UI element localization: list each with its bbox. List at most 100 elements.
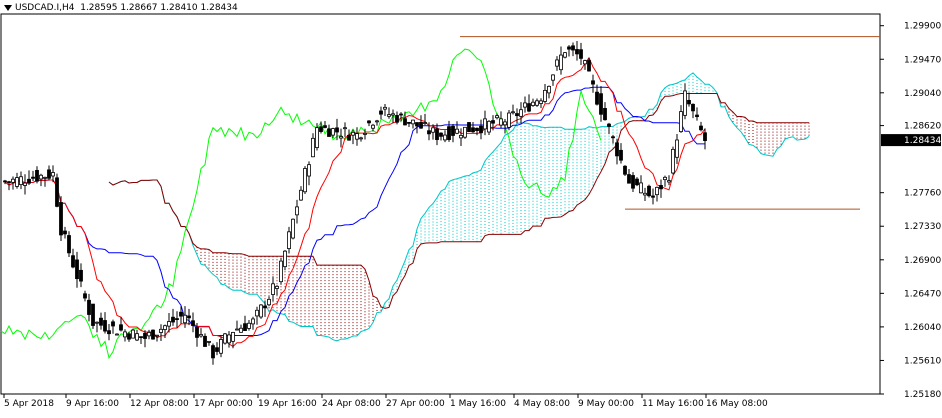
candle-body (627, 174, 631, 184)
y-tick-label: 1.26470 (904, 289, 941, 299)
candle-body (243, 323, 247, 331)
candle-body (187, 315, 191, 319)
candle-body (123, 331, 127, 338)
candle-body (419, 121, 423, 129)
y-tick-label: 1.25180 (904, 390, 941, 400)
candle-body (463, 126, 467, 138)
candle-body (639, 182, 643, 194)
candle-body (427, 130, 431, 135)
current-price-label: 1.28434 (904, 136, 941, 146)
candle-body (251, 318, 255, 325)
chikou-span (0, 48, 602, 360)
dropdown-triangle-icon[interactable] (4, 4, 12, 11)
y-tick-label: 1.29900 (904, 22, 941, 32)
candle-body (491, 120, 495, 124)
candle-body (415, 122, 419, 127)
candle-body (431, 127, 435, 133)
candle-body (679, 111, 683, 133)
y-tick-label: 1.27760 (904, 189, 941, 199)
chart-header: USDCAD.I,H4 1.28595 1.28667 1.28410 1.28… (4, 3, 238, 13)
ohlc-high: 1.28667 (120, 3, 158, 13)
candle-body (383, 106, 387, 110)
candle-body (127, 333, 131, 340)
chart-area[interactable]: 1.29900 1.29470 1.29040 1.28620 1.28434 1.277… (0, 0, 942, 414)
candle-body (275, 285, 279, 289)
candle-body (347, 134, 351, 141)
candle-body (387, 114, 391, 117)
candle-body (619, 149, 623, 161)
candle-body (207, 340, 211, 343)
candle-body (695, 114, 699, 118)
candle-body (171, 316, 175, 323)
candle-body (403, 118, 407, 126)
candle-body (211, 345, 215, 359)
candle-body (163, 325, 167, 330)
candle-body (183, 314, 187, 324)
candle-body (55, 177, 59, 207)
ohlc-low: 1.28410 (160, 3, 198, 13)
candle-body (551, 74, 555, 81)
candle-body (135, 333, 139, 341)
candle-body (531, 101, 535, 106)
candle-body (379, 110, 383, 115)
x-tick-label: 1 May 16:00 (450, 399, 506, 409)
candle-body (87, 299, 91, 315)
candle-body (515, 113, 519, 117)
candle-body (195, 326, 199, 338)
price-chart[interactable]: 1.29900 1.29470 1.29040 1.28620 1.28434 1.277… (0, 0, 942, 414)
candle-body (323, 125, 327, 128)
candle-body (407, 121, 411, 124)
candle-body (683, 90, 687, 116)
candle-body (131, 329, 135, 339)
candle-body (671, 148, 675, 174)
candle-body (231, 331, 235, 342)
candle-body (19, 176, 23, 186)
y-tick-label: 1.28620 (904, 122, 941, 132)
candle-body (191, 320, 195, 326)
candle-body (571, 45, 575, 51)
candle-body (643, 192, 647, 196)
candle-body (3, 180, 7, 183)
x-tick-label: 16 May 08:00 (706, 399, 768, 409)
candle-body (495, 115, 499, 119)
candle-body (107, 330, 111, 335)
candle-body (467, 122, 471, 132)
candle-body (143, 332, 147, 339)
candle-body (623, 165, 627, 175)
candle-body (399, 113, 403, 116)
candle-body (455, 128, 459, 134)
candle-body (599, 93, 603, 115)
candle-body (367, 120, 371, 124)
candle-body (631, 175, 635, 189)
y-tick-label: 1.29470 (904, 55, 941, 65)
candle-body (539, 100, 543, 104)
x-tick-label: 12 Apr 08:00 (130, 399, 189, 409)
candle-body (487, 120, 491, 133)
candle-body (215, 347, 219, 352)
y-tick-label: 1.26900 (904, 256, 941, 266)
candle-body (51, 172, 55, 177)
candle-body (587, 60, 591, 72)
y-tick-label: 1.29040 (904, 89, 941, 99)
candle-body (635, 178, 639, 186)
candle-body (155, 334, 159, 337)
candle-body (443, 134, 447, 141)
candle-body (255, 309, 259, 317)
candle-body (507, 112, 511, 128)
candle-body (283, 250, 287, 268)
candle-body (699, 125, 703, 131)
candle-body (203, 335, 207, 347)
candle-body (179, 311, 183, 317)
candle-body (267, 298, 271, 306)
candle-body (175, 318, 179, 320)
candle-body (503, 121, 507, 126)
candle-body (7, 181, 11, 184)
candle-body (31, 176, 35, 179)
candle-body (119, 324, 123, 331)
candle-body (675, 139, 679, 158)
candle-body (151, 329, 155, 340)
candle-body (39, 174, 43, 180)
candle-body (479, 125, 483, 134)
candle-body (95, 321, 99, 324)
x-tick-label: 11 May 16:00 (642, 399, 704, 409)
